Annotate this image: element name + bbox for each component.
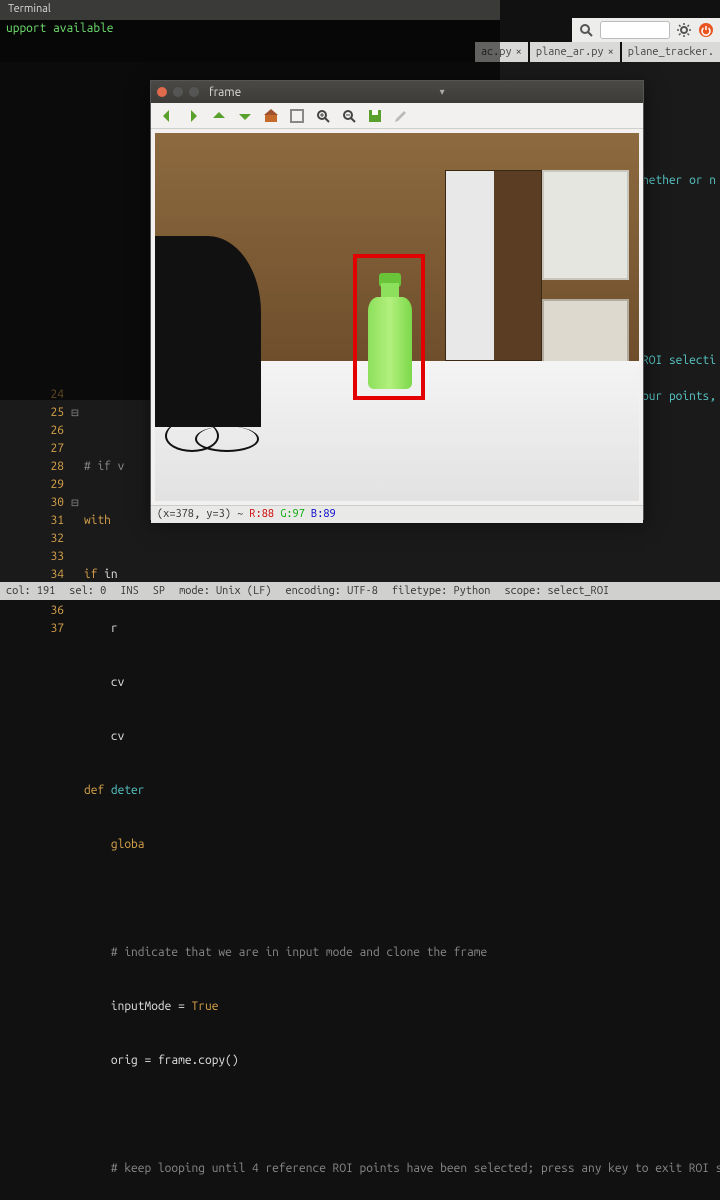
tab-label: plane_ar.py — [536, 46, 604, 58]
status-encoding: encoding: UTF-8 — [285, 585, 377, 597]
scene-cables — [155, 420, 310, 457]
scene-board — [542, 170, 629, 280]
window-min-icon[interactable] — [173, 87, 183, 97]
opencv-window[interactable]: frame ▾ (x=378, y=3) ~ R:88 G:97 B:89 — [150, 80, 644, 520]
status-sp: SP — [153, 585, 165, 597]
arrow-right-icon[interactable] — [185, 108, 201, 124]
status-col: col: 191 — [6, 585, 55, 597]
power-icon[interactable] — [698, 22, 714, 38]
camera-view — [155, 133, 639, 501]
window-title: frame — [209, 86, 241, 99]
pixel-b: B:89 — [311, 508, 336, 520]
close-icon[interactable]: × — [608, 46, 614, 58]
pixel-g: G:97 — [280, 508, 305, 520]
status-ins: INS — [120, 585, 138, 597]
zoom-in-icon[interactable] — [315, 108, 331, 124]
editor-status-bar: col: 191 sel: 0 INS SP mode: Unix (LF) e… — [0, 582, 720, 600]
home-icon[interactable] — [263, 108, 279, 124]
window-close-icon[interactable] — [157, 87, 167, 97]
code-frag: whether or n — [635, 172, 716, 190]
pixel-coords: (x=378, y=3) ~ — [157, 508, 249, 520]
roi-rectangle — [353, 254, 425, 400]
code-frag: four points, — [635, 388, 716, 406]
search-input[interactable] — [600, 21, 670, 39]
window-titlebar[interactable]: frame ▾ — [151, 81, 643, 103]
window-max-icon[interactable] — [189, 87, 199, 97]
pixel-r: R:88 — [249, 508, 274, 520]
tab-label: plane_tracker. — [628, 46, 714, 58]
file-tabs: ac.py× plane_ar.py× plane_tracker. — [475, 42, 720, 62]
image-toolbar — [151, 103, 643, 129]
scene-door — [445, 170, 542, 361]
arrow-down-icon[interactable] — [237, 108, 253, 124]
status-filetype: filetype: Python — [392, 585, 491, 597]
status-sel: sel: 0 — [69, 585, 106, 597]
save-icon[interactable] — [367, 108, 383, 124]
arrow-left-icon[interactable] — [159, 108, 175, 124]
tab-plane-tracker[interactable]: plane_tracker. — [622, 42, 720, 62]
grip-icon: ▾ — [440, 86, 445, 98]
gear-icon[interactable] — [676, 22, 692, 38]
search-icon[interactable] — [578, 22, 594, 38]
image-status-bar: (x=378, y=3) ~ R:88 G:97 B:89 — [151, 505, 643, 523]
status-lineend: mode: Unix (LF) — [179, 585, 271, 597]
brush-icon[interactable] — [393, 108, 409, 124]
scene-board — [542, 299, 629, 365]
terminal-output-line: upport available — [0, 20, 500, 37]
close-icon[interactable]: × — [516, 46, 522, 58]
tab-plane-ar[interactable]: plane_ar.py × — [530, 42, 620, 62]
status-scope: scope: select_ROI — [504, 585, 609, 597]
arrow-up-icon[interactable] — [211, 108, 227, 124]
fit-icon[interactable] — [289, 108, 305, 124]
gnome-panel — [572, 18, 720, 42]
terminal-titlebar[interactable]: Terminal — [0, 0, 500, 20]
scene-person — [155, 236, 261, 427]
zoom-out-icon[interactable] — [341, 108, 357, 124]
